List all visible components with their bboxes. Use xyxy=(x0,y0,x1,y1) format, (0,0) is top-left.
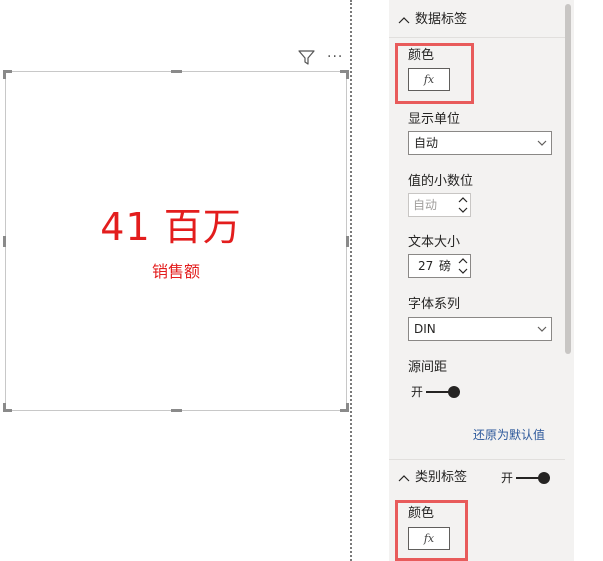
spacing-label: 源间距 xyxy=(408,360,448,375)
data-labels-title: 数据标签 xyxy=(415,12,468,27)
category-labels-title: 类别标签 xyxy=(415,470,468,485)
chevron-down-icon xyxy=(537,326,547,332)
color-highlight-box xyxy=(395,43,474,104)
report-canvas: ··· 41 百万 销售额 数据标签 颜色 fx 显示单位 自动 值的小数位 自… xyxy=(0,0,603,561)
resize-handle-bottom-right-v[interactable] xyxy=(346,403,349,412)
text-size-label: 文本大小 xyxy=(408,235,461,250)
chevron-down-icon xyxy=(537,140,547,146)
resize-handle-top-left-v[interactable] xyxy=(3,70,6,79)
category-labels-toggle-label: 开 xyxy=(501,471,514,485)
reset-to-default-link[interactable]: 还原为默认值 xyxy=(473,427,545,443)
toggle-knob xyxy=(538,472,550,484)
spacing-toggle[interactable] xyxy=(426,386,460,398)
font-family-value: DIN xyxy=(414,322,436,336)
category-color-highlight-box xyxy=(395,500,468,561)
decimals-label: 值的小数位 xyxy=(408,174,474,189)
decimals-placeholder: 自动 xyxy=(413,198,438,212)
text-size-unit: 磅 xyxy=(439,259,452,273)
chevron-down-icon[interactable] xyxy=(457,205,469,215)
text-size-value: 27 xyxy=(418,259,434,273)
chevron-up-icon[interactable] xyxy=(457,256,469,266)
chevron-down-icon[interactable] xyxy=(457,266,469,276)
scrollbar-thumb[interactable] xyxy=(565,4,571,354)
resize-handle-top-right-v[interactable] xyxy=(346,70,349,79)
font-family-dropdown[interactable]: DIN xyxy=(408,317,552,341)
text-size-stepper[interactable]: 27 磅 xyxy=(408,254,471,278)
resize-handle-right[interactable] xyxy=(346,236,349,247)
display-units-value: 自动 xyxy=(414,136,439,150)
display-units-dropdown[interactable]: 自动 xyxy=(408,131,552,155)
pane-margin xyxy=(574,0,603,561)
resize-handle-top[interactable] xyxy=(171,70,182,73)
card-value: 41 百万 xyxy=(100,205,242,249)
toggle-knob xyxy=(448,386,460,398)
category-labels-toggle[interactable] xyxy=(516,472,550,484)
display-units-label: 显示单位 xyxy=(408,112,461,127)
resize-handle-bottom[interactable] xyxy=(171,409,182,412)
spacing-toggle-label: 开 xyxy=(411,385,424,399)
more-options-icon[interactable]: ··· xyxy=(327,50,345,64)
canvas-divider xyxy=(350,0,352,561)
font-family-label: 字体系列 xyxy=(408,297,461,312)
card-category-label: 销售额 xyxy=(151,262,200,281)
decimals-stepper[interactable]: 自动 xyxy=(408,193,471,217)
filter-icon[interactable] xyxy=(298,50,315,65)
resize-handle-bottom-left-v[interactable] xyxy=(3,403,6,412)
data-labels-header[interactable]: 数据标签 xyxy=(389,2,565,38)
chevron-up-icon[interactable] xyxy=(457,195,469,205)
chevron-up-icon xyxy=(398,475,410,482)
chevron-up-icon xyxy=(398,17,410,24)
